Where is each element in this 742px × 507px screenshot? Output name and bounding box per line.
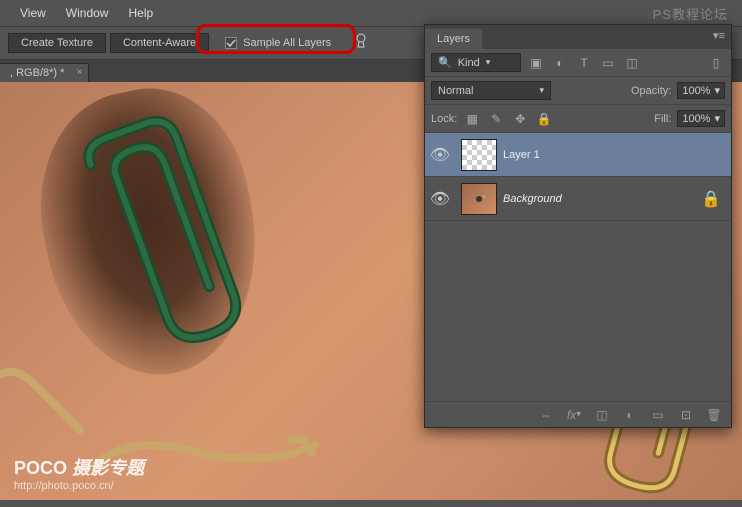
wire-fragment-1 [0,360,95,440]
document-tab-label: , RGB/8*) * [10,67,64,79]
blend-row: Normal ▾ Opacity: 100%▾ [425,77,731,105]
filter-smart-icon[interactable]: ◫ [623,54,641,72]
filter-shape-icon[interactable]: ▭ [599,54,617,72]
panel-footer: ⇔ fx▾ ◫ ◐ ▭ ⊡ 🗑 [425,401,731,427]
lock-all-icon[interactable]: 🔒 [535,110,553,128]
lock-position-icon[interactable]: ✥ [511,110,529,128]
opacity-label: Opacity: [631,85,671,97]
group-icon[interactable]: ▭ [649,406,667,424]
filter-type-icon[interactable]: T [575,54,593,72]
document-tab[interactable]: , RGB/8*) * × [0,63,89,82]
menu-bar: View Window Help [0,0,742,26]
filter-pixel-icon[interactable]: ▣ [527,54,545,72]
chevron-down-icon: ▾ [539,85,544,96]
content-aware-button[interactable]: Content-Aware [110,33,209,53]
layer-name[interactable]: Layer 1 [503,149,731,161]
blend-mode-value: Normal [438,85,473,97]
filter-row: 🔍 Kind ▾ ▣ ◐ T ▭ ◫ ▯ [425,49,731,77]
filter-kind-label: Kind [458,57,480,69]
filter-adjust-icon[interactable]: ◐ [551,54,569,72]
search-icon: 🔍 [438,56,452,69]
layer-thumbnail[interactable] [461,183,497,215]
adjustment-layer-icon[interactable]: ◐ [621,406,639,424]
layer-row[interactable]: 👁 Background 🔒 [425,177,731,221]
fill-label: Fill: [654,113,671,125]
fill-value: 100% [682,113,710,125]
layer-thumbnail[interactable] [461,139,497,171]
lock-icon: 🔒 [701,189,721,209]
visibility-toggle[interactable]: 👁 [425,189,455,209]
new-layer-icon[interactable]: ⊡ [677,406,695,424]
lock-pixels-icon[interactable]: ✎ [487,110,505,128]
watermark-bl-line1: POCO 摄影专题 [14,454,144,480]
blend-mode-dropdown[interactable]: Normal ▾ [431,81,551,100]
menu-help[interactable]: Help [128,6,153,20]
layer-row[interactable]: 👁 Layer 1 [425,133,731,177]
opacity-field[interactable]: 100%▾ [677,82,725,99]
filter-toggle-switch[interactable]: ▯ [707,54,725,72]
sample-all-layers-checkbox[interactable] [225,37,237,49]
delete-layer-icon[interactable]: 🗑 [705,406,723,424]
eye-icon: 👁 [430,189,450,209]
layers-panel: Layers ▾≡ 🔍 Kind ▾ ▣ ◐ T ▭ ◫ ▯ Normal ▾ … [424,24,732,428]
layer-mask-icon[interactable]: ◫ [593,406,611,424]
eye-icon: 👁 [430,145,450,165]
brush-settings-icon[interactable] [353,33,369,54]
layer-fx-icon[interactable]: fx▾ [565,406,583,424]
watermark-bl-line2: http://photo.poco.cn/ [14,480,144,492]
chevron-down-icon: ▾ [486,57,491,68]
create-texture-button[interactable]: Create Texture [8,33,106,53]
close-document-icon[interactable]: × [77,67,83,78]
layers-tab[interactable]: Layers [425,29,482,49]
menu-view[interactable]: View [20,6,46,20]
layer-name[interactable]: Background [503,193,701,205]
lock-transparent-icon[interactable]: ▦ [463,110,481,128]
watermark-tr-line1: PS教程论坛 [653,4,728,23]
panel-empty-area [425,221,731,401]
sample-all-layers-label: Sample All Layers [243,37,331,49]
fill-field[interactable]: 100%▾ [677,110,725,127]
link-layers-icon[interactable]: ⇔ [537,406,555,424]
filter-kind-dropdown[interactable]: 🔍 Kind ▾ [431,53,521,72]
menu-window[interactable]: Window [66,6,109,20]
layers-list: 👁 Layer 1 👁 Background 🔒 [425,133,731,221]
visibility-toggle[interactable]: 👁 [425,145,455,165]
sample-all-layers-option[interactable]: Sample All Layers [213,37,343,49]
opacity-value: 100% [682,85,710,97]
panel-tab-bar: Layers ▾≡ [425,25,731,49]
lock-row: Lock: ▦ ✎ ✥ 🔒 Fill: 100%▾ [425,105,731,133]
watermark-bottom-left: POCO 摄影专题 http://photo.poco.cn/ [14,454,144,492]
lock-label: Lock: [431,113,457,125]
panel-menu-icon[interactable]: ▾≡ [713,29,725,42]
